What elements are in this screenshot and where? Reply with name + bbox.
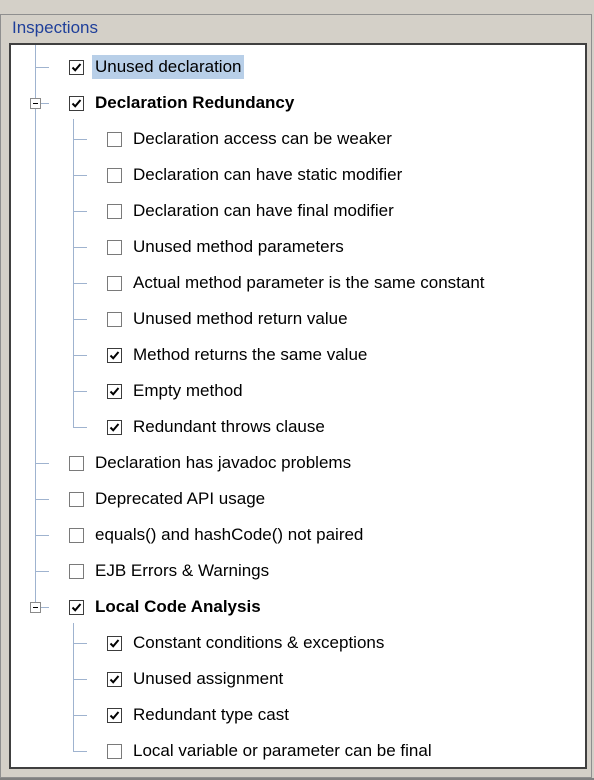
- tree-guide-line: [73, 355, 87, 356]
- tree-guide-line: [35, 499, 49, 500]
- tree-row[interactable]: EJB Errors & Warnings: [69, 556, 272, 586]
- tree-item-label: Deprecated API usage: [95, 489, 266, 508]
- checkbox-checked-icon[interactable]: [107, 383, 122, 399]
- tree-guide-line: [73, 283, 87, 284]
- collapse-icon[interactable]: [30, 602, 41, 613]
- tree-row[interactable]: Local variable or parameter can be final: [107, 736, 435, 766]
- tree-guide-line: [35, 45, 36, 607]
- tree-item-label: Constant conditions & exceptions: [133, 633, 385, 652]
- collapse-icon[interactable]: [30, 98, 41, 109]
- tree-row[interactable]: Unused assignment: [107, 664, 286, 694]
- checkbox-unchecked-icon[interactable]: [69, 563, 84, 579]
- inspections-tree[interactable]: Unused declaration Declaration Redundancy…: [9, 43, 587, 769]
- tree-guide-line: [73, 391, 87, 392]
- tree-guide-line: [73, 715, 87, 716]
- tree-item-label: Declaration Redundancy: [95, 93, 295, 112]
- tree-item-label: Empty method: [133, 381, 243, 400]
- tree-row[interactable]: Redundant throws clause: [107, 412, 328, 442]
- tree-row[interactable]: Declaration access can be weaker: [107, 124, 395, 154]
- checkbox-checked-icon[interactable]: [107, 635, 122, 651]
- tree-item-label: EJB Errors & Warnings: [95, 561, 270, 580]
- tree-guide-line: [35, 67, 49, 68]
- tree-row[interactable]: Unused declaration: [69, 52, 245, 82]
- checkbox-unchecked-icon[interactable]: [107, 275, 122, 291]
- tree-row[interactable]: Declaration has javadoc problems: [69, 448, 354, 478]
- tree-guide-line: [73, 319, 87, 320]
- tree-guide-line: [73, 211, 87, 212]
- checkbox-checked-icon[interactable]: [69, 95, 84, 111]
- tree-item-label: Unused declaration: [92, 55, 245, 79]
- tree-guide-line: [35, 571, 49, 572]
- tree-guide-line: [73, 427, 87, 428]
- checkbox-unchecked-icon[interactable]: [107, 167, 122, 183]
- tree-item-label: Unused method return value: [133, 309, 348, 328]
- tree-row[interactable]: Unused method return value: [107, 304, 351, 334]
- tree-item-label: Redundant throws clause: [133, 417, 325, 436]
- tree-guide-line: [35, 535, 49, 536]
- tree-item-label: Declaration access can be weaker: [133, 129, 392, 148]
- tree-item-label: Method returns the same value: [133, 345, 368, 364]
- tree-item-label: Declaration can have final modifier: [133, 201, 394, 220]
- tree-row[interactable]: Constant conditions & exceptions: [107, 628, 387, 658]
- checkbox-unchecked-icon[interactable]: [69, 491, 84, 507]
- tree-item-label: Declaration has javadoc problems: [95, 453, 352, 472]
- tree-row[interactable]: Declaration can have static modifier: [107, 160, 405, 190]
- checkbox-unchecked-icon[interactable]: [69, 527, 84, 543]
- checkbox-unchecked-icon[interactable]: [107, 743, 122, 759]
- tree-row[interactable]: Actual method parameter is the same cons…: [107, 268, 488, 298]
- checkbox-unchecked-icon[interactable]: [107, 311, 122, 327]
- tree-guide-line: [73, 643, 87, 644]
- tree-row[interactable]: Local Code Analysis: [69, 592, 264, 622]
- checkbox-unchecked-icon[interactable]: [107, 239, 122, 255]
- tree-item-label: Unused method parameters: [133, 237, 344, 256]
- checkbox-checked-icon[interactable]: [69, 59, 84, 75]
- tree-item-label: equals() and hashCode() not paired: [95, 525, 364, 544]
- inspections-group: Inspections Unused declaration Declaratio…: [0, 14, 592, 778]
- tree-row[interactable]: Redundant type cast: [107, 700, 292, 730]
- group-title: Inspections: [9, 17, 101, 39]
- tree-row[interactable]: Method returns the same value: [107, 340, 370, 370]
- checkbox-checked-icon[interactable]: [107, 419, 122, 435]
- tree-row[interactable]: Declaration can have final modifier: [107, 196, 397, 226]
- tree-item-label: Actual method parameter is the same cons…: [133, 273, 485, 292]
- checkbox-unchecked-icon[interactable]: [107, 203, 122, 219]
- tree-guide-line: [73, 139, 87, 140]
- tree-row[interactable]: equals() and hashCode() not paired: [69, 520, 366, 550]
- tree-guide-line: [73, 247, 87, 248]
- tree-item-label: Local Code Analysis: [95, 597, 261, 616]
- checkbox-checked-icon[interactable]: [107, 347, 122, 363]
- tree-row[interactable]: Unused method parameters: [107, 232, 347, 262]
- tree-guide-line: [35, 463, 49, 464]
- tree-row[interactable]: Deprecated API usage: [69, 484, 268, 514]
- tree-guide-line: [73, 119, 74, 427]
- tree-guide-line: [73, 751, 87, 752]
- tree-row[interactable]: Declaration Redundancy: [69, 88, 297, 118]
- checkbox-checked-icon[interactable]: [107, 671, 122, 687]
- checkbox-unchecked-icon[interactable]: [107, 131, 122, 147]
- tree-guide-line: [73, 679, 87, 680]
- tree-item-label: Declaration can have static modifier: [133, 165, 403, 184]
- tree-item-label: Redundant type cast: [133, 705, 289, 724]
- tree-guide-line: [73, 175, 87, 176]
- checkbox-checked-icon[interactable]: [69, 599, 84, 615]
- tree-item-label: Unused assignment: [133, 669, 284, 688]
- tree-item-label: Local variable or parameter can be final: [133, 741, 432, 760]
- tree-row[interactable]: Empty method: [107, 376, 246, 406]
- checkbox-checked-icon[interactable]: [107, 707, 122, 723]
- checkbox-unchecked-icon[interactable]: [69, 455, 84, 471]
